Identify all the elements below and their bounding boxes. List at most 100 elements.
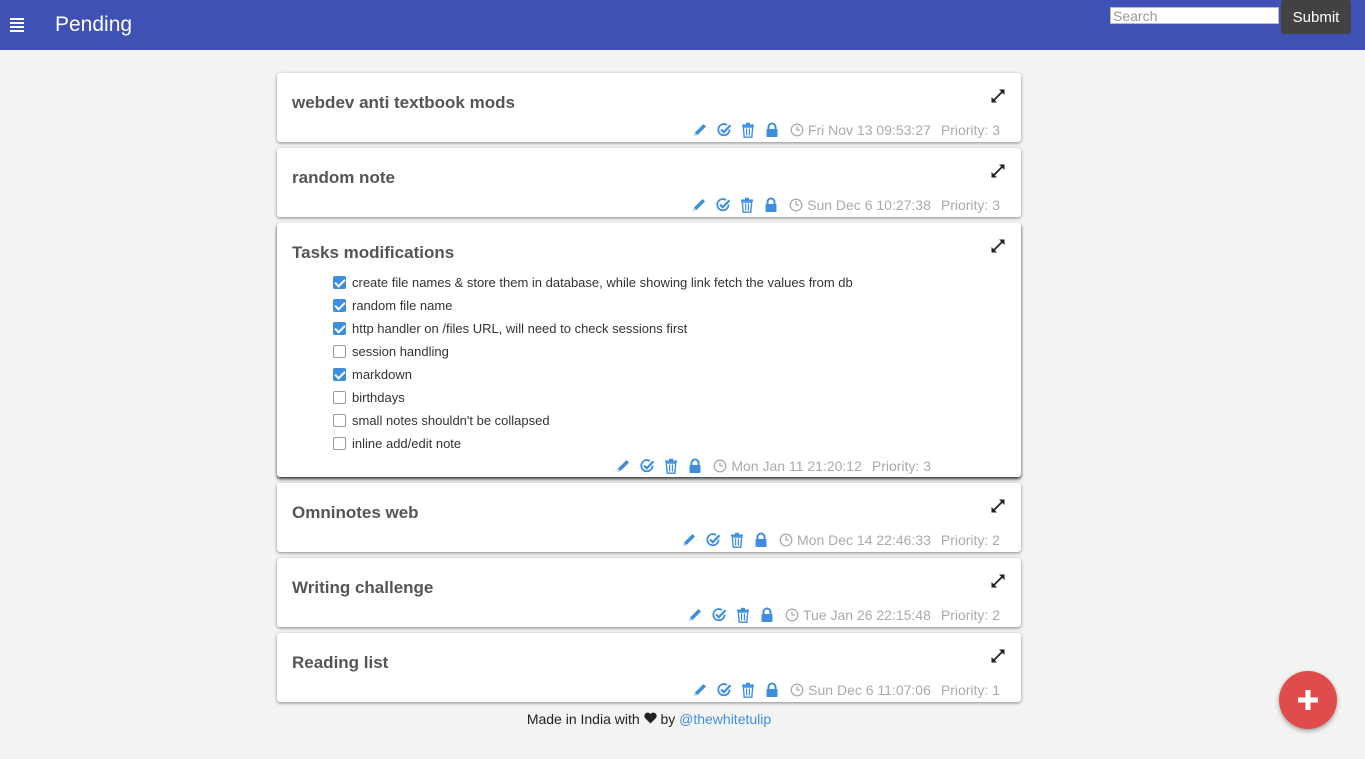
trash-icon[interactable]: [740, 682, 756, 698]
note-date: Fri Nov 13 09:53:27: [807, 122, 931, 138]
task-checkbox[interactable]: [333, 391, 346, 404]
note-footer: Sun Dec 6 11:07:06 Priority: 1: [692, 682, 1000, 698]
note-title[interactable]: Tasks modifications: [292, 243, 454, 263]
note-title[interactable]: random note: [292, 168, 395, 188]
task-checkbox[interactable]: [333, 414, 346, 427]
note-footer: Sun Dec 6 10:27:38 Priority: 3: [691, 197, 1000, 213]
check-circle-icon[interactable]: [705, 532, 721, 548]
note-priority: Priority: 2: [940, 607, 1000, 623]
menu-icon[interactable]: [10, 18, 24, 32]
trash-icon[interactable]: [740, 122, 756, 138]
trash-icon[interactable]: [663, 458, 679, 474]
author-link[interactable]: @thewhitetulip: [679, 711, 771, 727]
trash-icon[interactable]: [739, 197, 755, 213]
clock-icon: [779, 533, 793, 547]
note-date: Tue Jan 26 22:15:48: [802, 607, 931, 623]
expand-icon[interactable]: [990, 88, 1006, 104]
task-checkbox[interactable]: [333, 299, 346, 312]
task-item: birthdays: [333, 386, 853, 409]
pencil-icon[interactable]: [692, 682, 708, 698]
note-footer: Tue Jan 26 22:15:48 Priority: 2: [687, 607, 1000, 623]
clock-icon: [790, 123, 804, 137]
check-circle-icon[interactable]: [716, 682, 732, 698]
check-circle-icon[interactable]: [639, 458, 655, 474]
task-item: markdown: [333, 363, 853, 386]
expand-icon[interactable]: [990, 498, 1006, 514]
clock-icon: [713, 459, 727, 473]
submit-button[interactable]: Submit: [1281, 0, 1351, 34]
task-checkbox[interactable]: [333, 437, 346, 450]
note-card: Reading list Sun Dec 6 11:07:06 Priority…: [277, 633, 1021, 702]
task-checkbox[interactable]: [333, 276, 346, 289]
pencil-icon[interactable]: [615, 458, 631, 474]
note-priority: Priority: 2: [940, 532, 1000, 548]
note-footer: Mon Dec 14 22:46:33 Priority: 2: [681, 532, 1000, 548]
task-label: markdown: [352, 367, 412, 382]
lock-icon[interactable]: [764, 682, 780, 698]
note-card: webdev anti textbook mods Fri Nov 13 09:…: [277, 73, 1021, 142]
plus-icon: [1298, 690, 1318, 710]
task-label: http handler on /files URL, will need to…: [352, 321, 688, 336]
note-footer: Fri Nov 13 09:53:27 Priority: 3: [692, 122, 1000, 138]
note-date: Sun Dec 6 11:07:06: [808, 682, 931, 698]
note-priority: Priority: 1: [940, 682, 1000, 698]
note-title[interactable]: webdev anti textbook mods: [292, 93, 515, 113]
check-circle-icon[interactable]: [711, 607, 727, 623]
clock-icon: [790, 683, 804, 697]
task-label: random file name: [352, 298, 453, 313]
lock-icon[interactable]: [759, 607, 775, 623]
note-priority: Priority: 3: [940, 122, 1000, 138]
note-card: Writing challenge Tue Jan 26 22:15:48 Pr…: [277, 558, 1021, 627]
footer-by: by: [660, 711, 676, 727]
note-card: random note Sun Dec 6 10:27:38 Priority:…: [277, 148, 1021, 217]
task-item: random file name: [333, 294, 853, 317]
pencil-icon[interactable]: [687, 607, 703, 623]
expand-icon[interactable]: [990, 163, 1006, 179]
task-label: inline add/edit note: [352, 436, 462, 451]
task-label: small notes shouldn't be collapsed: [352, 413, 550, 428]
pencil-icon[interactable]: [691, 197, 707, 213]
task-item: session handling: [333, 340, 853, 363]
pencil-icon[interactable]: [681, 532, 697, 548]
note-priority: Priority: 3: [940, 197, 1000, 213]
note-priority: Priority: 3: [871, 458, 931, 474]
note-card: Omninotes web Mon Dec 14 22:46:33 Priori…: [277, 483, 1021, 552]
trash-icon[interactable]: [729, 532, 745, 548]
search-input[interactable]: [1110, 7, 1279, 24]
task-item: create file names & store them in databa…: [333, 271, 853, 294]
lock-icon[interactable]: [764, 122, 780, 138]
task-item: http handler on /files URL, will need to…: [333, 317, 853, 340]
task-label: session handling: [352, 344, 449, 359]
expand-icon[interactable]: [990, 573, 1006, 589]
lock-icon[interactable]: [753, 532, 769, 548]
task-checkbox[interactable]: [333, 368, 346, 381]
task-item: small notes shouldn't be collapsed: [333, 409, 853, 432]
note-date: Mon Dec 14 22:46:33: [797, 532, 931, 548]
add-note-button[interactable]: [1279, 671, 1337, 729]
task-list: create file names & store them in databa…: [333, 271, 853, 455]
pencil-icon[interactable]: [692, 122, 708, 138]
footer-made-in: Made in India with: [526, 711, 640, 727]
check-circle-icon[interactable]: [716, 122, 732, 138]
task-checkbox[interactable]: [333, 345, 346, 358]
note-card: Tasks modifications create file names & …: [277, 223, 1021, 477]
note-title[interactable]: Reading list: [292, 653, 388, 673]
note-footer: Mon Jan 11 21:20:12 Priority: 3: [615, 458, 931, 474]
lock-icon[interactable]: [687, 458, 703, 474]
footer-credit: Made in India with by @thewhitetulip: [277, 711, 1021, 727]
note-date: Sun Dec 6 10:27:38: [807, 197, 931, 213]
notes-list: webdev anti textbook mods Fri Nov 13 09:…: [277, 73, 1021, 708]
clock-icon: [789, 198, 803, 212]
lock-icon[interactable]: [763, 197, 779, 213]
note-title[interactable]: Omninotes web: [292, 503, 419, 523]
task-checkbox[interactable]: [333, 322, 346, 335]
expand-icon[interactable]: [990, 648, 1006, 664]
expand-icon[interactable]: [990, 238, 1006, 254]
trash-icon[interactable]: [735, 607, 751, 623]
note-title[interactable]: Writing challenge: [292, 578, 433, 598]
top-navbar: Pending Submit: [0, 0, 1365, 50]
check-circle-icon[interactable]: [715, 197, 731, 213]
task-item: inline add/edit note: [333, 432, 853, 455]
clock-icon: [785, 608, 799, 622]
task-label: create file names & store them in databa…: [352, 275, 853, 290]
